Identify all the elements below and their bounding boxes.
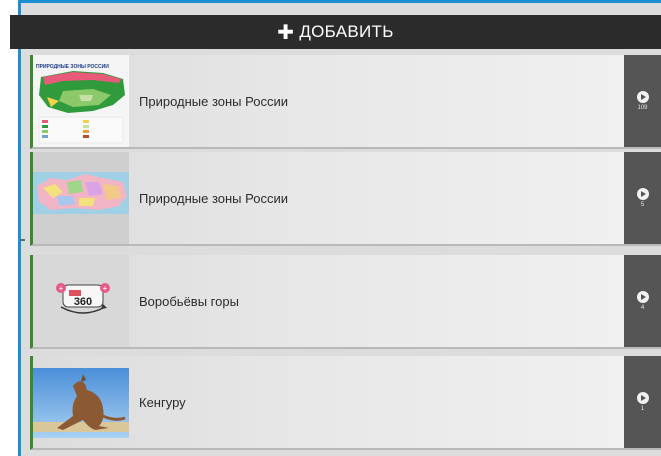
play-button[interactable]: 5	[624, 152, 661, 244]
item-title: Кенгуру	[139, 394, 186, 410]
play-icon	[636, 188, 649, 200]
play-button[interactable]: 109	[624, 55, 661, 147]
item-title: Воробьёвы горы	[139, 293, 239, 309]
svg-text:+: +	[103, 284, 108, 293]
play-icon	[636, 91, 649, 103]
play-button[interactable]: 4	[624, 255, 661, 347]
play-icon	[636, 291, 649, 303]
plus-icon: ✚	[277, 21, 295, 44]
play-button[interactable]: 1	[624, 356, 661, 448]
list-item[interactable]: + + 360 Воробьёвы горы 4	[30, 255, 661, 349]
panorama-badge: 360	[74, 296, 92, 308]
item-title: Природные зоны России	[139, 190, 288, 206]
kangaroo-thumbnail-icon	[33, 356, 129, 448]
panorama-360-icon: + + 360	[33, 255, 129, 347]
map-title: ПРИРОДНЫЕ ЗОНЫ РОССИИ	[36, 64, 109, 70]
list-item[interactable]: Природные зоны России 5	[30, 152, 661, 246]
add-button-label: ДОБАВИТЬ	[299, 22, 394, 41]
list-item[interactable]: ПРИРОДНЫЕ ЗОНЫ РОССИИ Природные зоны Рос…	[30, 55, 661, 149]
item-count: 1	[640, 406, 645, 412]
add-button[interactable]: ✚ ДОБАВИТЬ	[10, 15, 661, 49]
list-item[interactable]: Кенгуру 1	[30, 356, 661, 450]
item-count: 5	[640, 202, 645, 208]
play-icon	[636, 392, 649, 404]
item-count: 4	[640, 305, 645, 311]
scroll-marker	[21, 239, 25, 241]
political-map-thumbnail-icon	[33, 152, 129, 244]
map-thumbnail-icon: ПРИРОДНЫЕ ЗОНЫ РОССИИ	[33, 55, 129, 147]
svg-text:+: +	[59, 284, 64, 293]
item-title: Природные зоны России	[139, 93, 288, 109]
item-count: 109	[637, 105, 648, 111]
